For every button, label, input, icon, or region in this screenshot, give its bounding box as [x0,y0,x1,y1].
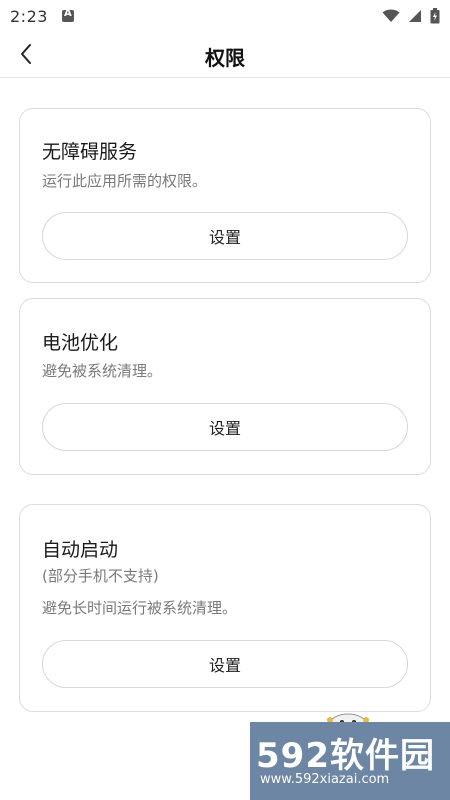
accessibility-title: 无障碍服务 [42,141,138,163]
status-right [382,8,440,24]
status-left: 2:23 [10,7,74,26]
watermark-brand: 592软件园 [256,736,435,776]
battery-optimization-description: 避免被系统清理。 [42,362,163,380]
notification-a-icon [61,8,74,22]
status-time: 2:23 [10,6,48,26]
accessibility-description: 运行此应用所需的权限。 [42,172,208,190]
accessibility-settings-button[interactable]: 设置 [42,212,408,260]
auto-start-note: (部分手机不支持) [42,567,159,585]
battery-icon [430,8,440,24]
watermark-url: www.592xiazai.com [260,772,390,787]
signal-icon [409,10,421,22]
watermark: 592软件园 www.592xiazai.com [250,722,450,800]
auto-start-card: 自动启动 (部分手机不支持) 避免长时间运行被系统清理。 设置 [19,504,431,712]
wifi-icon [382,9,400,22]
status-bar: 2:23 [0,0,450,32]
battery-optimization-card: 电池优化 避免被系统清理。 设置 [19,298,431,475]
page-title: 权限 [205,46,245,70]
auto-start-title: 自动启动 [42,539,119,561]
battery-optimization-settings-button[interactable]: 设置 [42,403,408,451]
battery-optimization-title: 电池优化 [42,332,119,354]
auto-start-settings-button[interactable]: 设置 [42,640,408,688]
app-header: 权限 [0,32,450,78]
accessibility-card: 无障碍服务 运行此应用所需的权限。 设置 [19,108,431,283]
auto-start-description: 避免长时间运行被系统清理。 [42,599,238,617]
